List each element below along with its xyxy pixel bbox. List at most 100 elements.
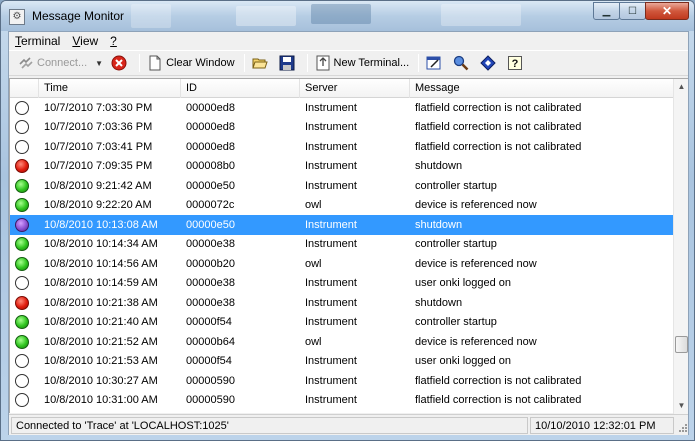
status-green-icon [15, 198, 29, 213]
id-cell: 0000072c [186, 199, 235, 212]
id-cell: 00000e38 [186, 296, 235, 309]
table-row[interactable]: 10/8/2010 10:21:52 AM 00000b64 owl device i… [10, 332, 674, 352]
new-terminal-button[interactable]: New Terminal... [312, 52, 413, 74]
time-cell: 10/8/2010 10:21:52 AM [44, 335, 158, 348]
table-row[interactable]: 10/8/2010 9:21:42 AM 00000e50 Instrument co… [10, 176, 674, 196]
open-folder-icon [251, 55, 268, 71]
message-cell: user onki logged on [415, 355, 512, 368]
connect-dropdown-button[interactable]: ▼ [92, 52, 106, 74]
status-cell [10, 178, 39, 193]
time-cell: 10/7/2010 7:03:41 PM [44, 140, 153, 153]
status-bar: Connected to 'Trace' at 'LOCALHOST:1025'… [9, 414, 688, 435]
status-empty-icon [15, 373, 29, 388]
column-header-id[interactable]: ID [181, 79, 300, 98]
message-cell: shutdown [415, 160, 463, 173]
clear-window-button[interactable]: Clear Window [144, 52, 237, 74]
disconnect-button[interactable] [108, 52, 133, 74]
open-button[interactable] [249, 52, 274, 74]
scroll-down-arrow-icon[interactable]: ▼ [674, 398, 689, 414]
status-green-icon [15, 256, 29, 271]
list-rows: 10/7/2010 7:03:30 PM 00000ed8 Instrument fl… [10, 98, 674, 410]
server-cell: Instrument [305, 238, 357, 251]
tag-button[interactable] [477, 52, 502, 74]
window-title: Message Monitor [32, 9, 125, 23]
table-row[interactable]: 10/8/2010 9:22:20 AM 0000072c owl device is… [10, 196, 674, 216]
status-red-icon [15, 295, 29, 310]
time-cell: 10/8/2010 10:14:59 AM [44, 277, 158, 290]
table-row[interactable]: 10/8/2010 10:21:53 AM 00000f54 Instrument u… [10, 352, 674, 372]
close-icon: ✕ [661, 4, 673, 18]
time-cell: 10/8/2010 10:14:56 AM [44, 257, 158, 270]
time-cell: 10/8/2010 9:21:42 AM [44, 179, 152, 192]
id-cell: 00000590 [186, 394, 235, 407]
server-cell: owl [305, 257, 322, 270]
save-button[interactable] [276, 52, 301, 74]
table-row[interactable]: 10/8/2010 10:30:27 AM 00000590 Instrument f… [10, 371, 674, 391]
server-cell: Instrument [305, 355, 357, 368]
menu-help[interactable]: ? [110, 34, 117, 48]
message-cell: flatfield correction is not calibrated [415, 374, 582, 387]
message-list[interactable]: Time ID Server Message 10/7/2010 7:03:30… [9, 78, 688, 414]
scroll-up-arrow-icon[interactable]: ▲ [674, 79, 689, 95]
toolbar-separator [139, 54, 141, 72]
close-button[interactable]: ✕ [645, 2, 689, 20]
status-green-icon [15, 334, 29, 349]
status-cell [10, 120, 39, 135]
search-icon [453, 55, 469, 71]
table-row[interactable]: 10/8/2010 10:14:59 AM 00000e38 Instrument u… [10, 274, 674, 294]
server-cell: owl [305, 199, 322, 212]
message-monitor-window: ⚙ Message Monitor ▁ ☐ ✕ Terminal View ? … [0, 0, 695, 441]
status-empty-icon [15, 100, 29, 115]
table-row[interactable]: 10/8/2010 10:14:56 AM 00000b20 owl device i… [10, 254, 674, 274]
vertical-scrollbar[interactable]: ▲ ▼ [673, 79, 688, 414]
table-row[interactable]: 10/7/2010 7:03:36 PM 00000ed8 Instrument fl… [10, 118, 674, 138]
server-cell: Instrument [305, 296, 357, 309]
toolbar: Connect... ▼ Clear Window New Terminal..… [9, 50, 688, 76]
message-cell: device is referenced now [415, 257, 537, 270]
message-cell: shutdown [415, 296, 463, 309]
table-row[interactable]: 10/8/2010 10:31:00 AM 00000590 Instrument f… [10, 391, 674, 411]
table-row[interactable]: 10/8/2010 10:13:08 AM 00000e50 Instrument s… [10, 215, 674, 235]
time-cell: 10/8/2010 10:30:27 AM [44, 374, 158, 387]
column-header-time[interactable]: Time [39, 79, 181, 98]
server-cell: Instrument [305, 140, 357, 153]
title-bar[interactable]: ⚙ Message Monitor ▁ ☐ ✕ [1, 1, 694, 31]
server-cell: Instrument [305, 121, 357, 134]
table-row[interactable]: 10/8/2010 10:21:38 AM 00000e38 Instrument s… [10, 293, 674, 313]
table-row[interactable]: 10/7/2010 7:03:41 PM 00000ed8 Instrument fl… [10, 137, 674, 157]
status-cell [10, 237, 39, 252]
message-cell: shutdown [415, 218, 463, 231]
maximize-button[interactable]: ☐ [619, 2, 646, 20]
column-header-server[interactable]: Server [300, 79, 410, 98]
connect-button[interactable]: Connect... [15, 52, 90, 74]
minimize-icon: ▁ [602, 5, 611, 17]
table-row[interactable]: 10/7/2010 7:09:35 PM 000008b0 Instrument sh… [10, 157, 674, 177]
id-cell: 00000590 [186, 374, 235, 387]
edit-button[interactable] [423, 52, 448, 74]
connect-icon [18, 55, 34, 71]
id-cell: 00000ed8 [186, 121, 235, 134]
resize-grip-icon[interactable] [676, 417, 688, 433]
minimize-button[interactable]: ▁ [593, 2, 620, 20]
status-cell [10, 198, 39, 213]
menu-terminal[interactable]: Terminal [15, 34, 60, 48]
server-cell: Instrument [305, 160, 357, 173]
status-cell [10, 217, 39, 232]
table-row[interactable]: 10/8/2010 10:21:40 AM 00000f54 Instrument c… [10, 313, 674, 333]
help-button[interactable]: ? [504, 52, 529, 74]
edit-window-icon [426, 55, 442, 71]
menu-view[interactable]: View [72, 34, 98, 48]
column-header-status[interactable] [10, 79, 39, 98]
column-header-message[interactable]: Message [410, 79, 674, 98]
message-cell: device is referenced now [415, 199, 537, 212]
find-button[interactable] [450, 52, 475, 74]
table-row[interactable]: 10/8/2010 10:14:34 AM 00000e38 Instrument c… [10, 235, 674, 255]
message-cell: flatfield correction is not calibrated [415, 140, 582, 153]
table-row[interactable]: 10/7/2010 7:03:30 PM 00000ed8 Instrument fl… [10, 98, 674, 118]
background-blur [236, 6, 296, 26]
app-icon[interactable]: ⚙ [9, 9, 25, 25]
disconnect-icon [111, 55, 127, 71]
scrollbar-thumb[interactable] [675, 336, 688, 353]
toolbar-separator [243, 54, 245, 72]
status-datetime: 10/10/2010 12:32:01 PM [530, 416, 674, 434]
